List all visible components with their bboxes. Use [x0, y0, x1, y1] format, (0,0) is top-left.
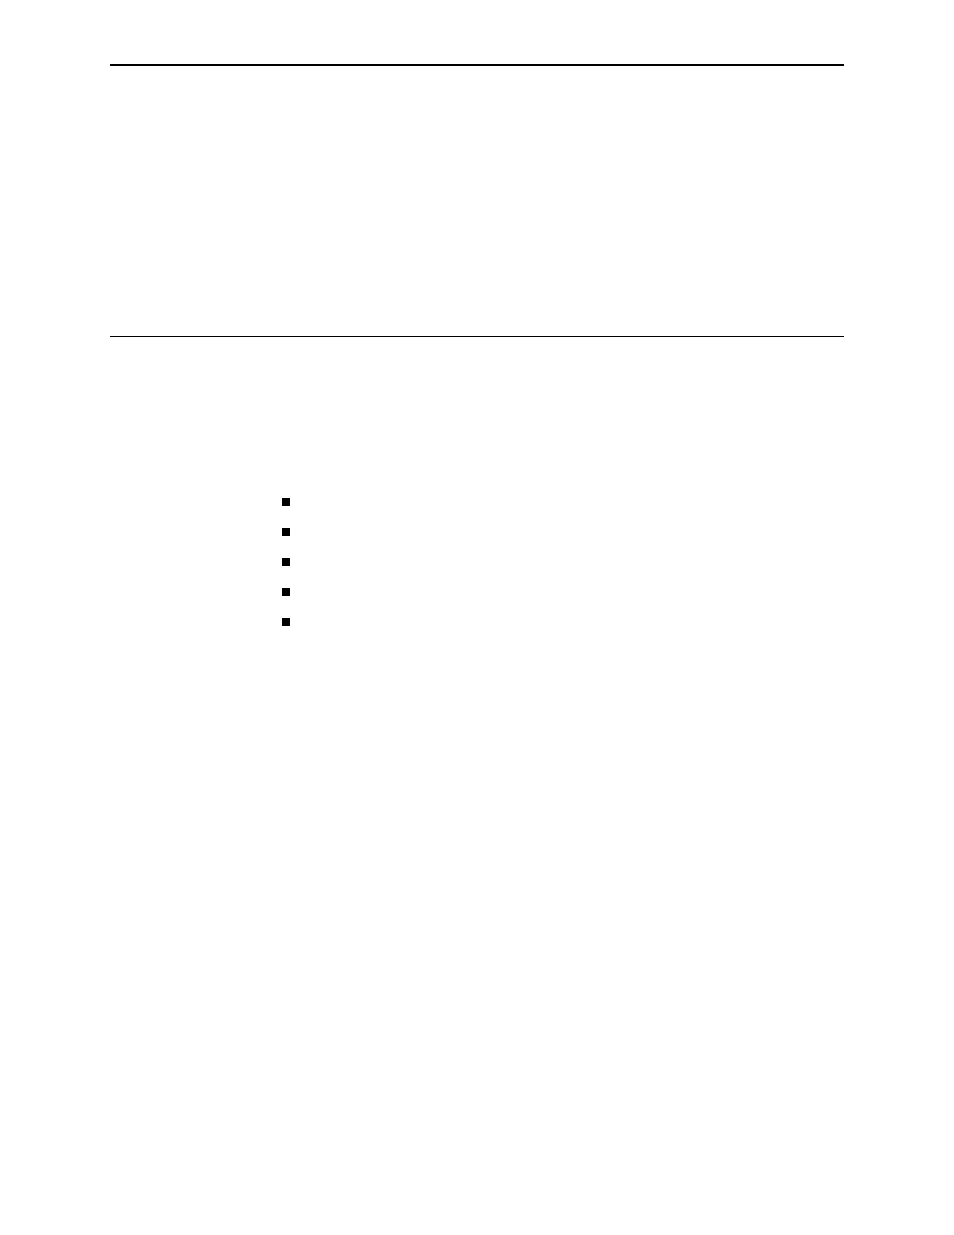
- list-item: [282, 517, 844, 547]
- list-item: [282, 607, 844, 637]
- bullet-list: [282, 487, 844, 637]
- square-bullet-icon: [282, 558, 290, 566]
- document-page: [0, 0, 954, 637]
- mid-horizontal-rule: [110, 336, 844, 337]
- square-bullet-icon: [282, 618, 290, 626]
- square-bullet-icon: [282, 588, 290, 596]
- list-item: [282, 487, 844, 517]
- square-bullet-icon: [282, 498, 290, 506]
- list-item: [282, 577, 844, 607]
- top-horizontal-rule: [110, 64, 844, 66]
- square-bullet-icon: [282, 528, 290, 536]
- list-item: [282, 547, 844, 577]
